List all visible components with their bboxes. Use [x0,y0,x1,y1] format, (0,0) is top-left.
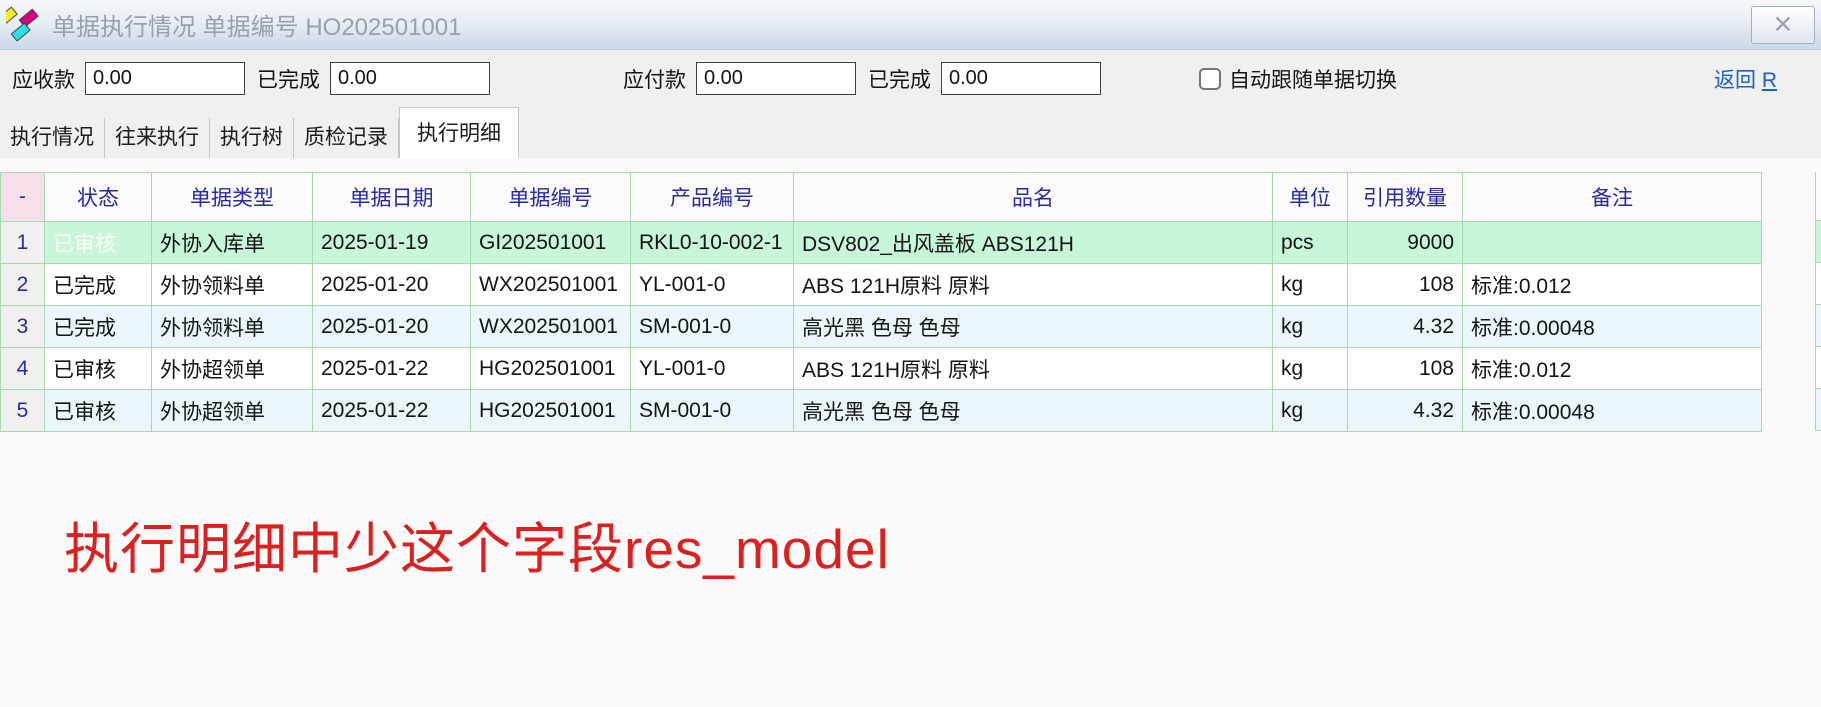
cell-product-no[interactable]: YL-001-0 [631,264,794,306]
cell-product-no[interactable]: RKL0-10-002-1 [631,222,794,264]
cell-product-name[interactable]: DSV802_出风盖板 ABS121H [794,222,1273,264]
cell-doc-date[interactable]: 2025-01-22 [313,390,471,432]
col-header-doc-no[interactable]: 单据编号 [471,173,631,222]
cell-doc-type[interactable]: 外协超领单 [152,390,313,432]
row-number[interactable]: 2 [1,264,45,306]
missing-field-annotation: 执行明细中少这个字段res_model [64,504,890,584]
cell-unit[interactable]: kg [1273,390,1348,432]
summary-toolbar: 应收款 已完成 应付款 已完成 自动跟随单据切换 返回 R [0,51,1821,106]
tab-execution-status[interactable]: 执行情况 [0,118,105,158]
cell-remark[interactable]: 标准:0.012 [1463,264,1762,306]
table-overflow-column [1815,172,1821,431]
window-title: 单据执行情况 单据编号 HO202501001 [52,7,461,42]
cell-doc-type[interactable]: 外协入库单 [152,222,313,264]
table-row: 5 已审核 外协超领单 2025-01-22 HG202501001 SM-00… [1,390,1762,432]
table-header-row: - 状态 单据类型 单据日期 单据编号 产品编号 品名 单位 引用数量 备注 [1,173,1762,222]
cell-unit[interactable]: kg [1273,348,1348,390]
col-header-product-name[interactable]: 品名 [794,173,1273,222]
cell-remark[interactable]: 标准:0.00048 [1463,306,1762,348]
col-header-unit[interactable]: 单位 [1273,173,1348,222]
cell-product-name[interactable]: 高光黑 色母 色母 [794,390,1273,432]
col-header-doc-type[interactable]: 单据类型 [152,173,313,222]
app-icon [6,4,42,47]
cell-product-no[interactable]: SM-001-0 [631,390,794,432]
tab-execution-details[interactable]: 执行明细 [399,107,519,158]
cell-unit[interactable]: kg [1273,264,1348,306]
cell-qty[interactable]: 108 [1348,348,1463,390]
return-link[interactable]: 返回 R [1714,64,1777,94]
cell-status[interactable]: 已完成 [45,306,152,348]
close-button[interactable]: ✕ [1751,6,1815,44]
cell-product-no[interactable]: SM-001-0 [631,306,794,348]
cell-qty[interactable]: 9000 [1348,222,1463,264]
cell-status[interactable]: 已完成 [45,264,152,306]
cell-unit[interactable]: pcs [1273,222,1348,264]
cell-product-name[interactable]: ABS 121H原料 原料 [794,348,1273,390]
cell-status[interactable]: 已审核 [45,222,152,264]
cell-doc-no[interactable]: WX202501001 [471,264,631,306]
tabstrip: 执行情况 往来执行 执行树 质检记录 执行明细 [0,106,1821,158]
cell-doc-date[interactable]: 2025-01-20 [313,306,471,348]
cell-doc-date[interactable]: 2025-01-20 [313,264,471,306]
row-number[interactable]: 4 [1,348,45,390]
cell-status[interactable]: 已审核 [45,390,152,432]
table-row: 2 已完成 外协领料单 2025-01-20 WX202501001 YL-00… [1,264,1762,306]
cell-product-name[interactable]: ABS 121H原料 原料 [794,264,1273,306]
execution-details-table: - 状态 单据类型 单据日期 单据编号 产品编号 品名 单位 引用数量 备注 1… [0,172,1762,432]
window-titlebar: 单据执行情况 单据编号 HO202501001 ✕ [0,0,1821,50]
payable-done-input[interactable] [941,62,1101,95]
cell-doc-type[interactable]: 外协超领单 [152,348,313,390]
row-number[interactable]: 3 [1,306,45,348]
cell-remark[interactable]: 标准:0.012 [1463,348,1762,390]
cell-doc-type[interactable]: 外协领料单 [152,264,313,306]
cell-doc-no[interactable]: GI202501001 [471,222,631,264]
cell-doc-type[interactable]: 外协领料单 [152,306,313,348]
cell-product-name[interactable]: 高光黑 色母 色母 [794,306,1273,348]
return-hotkey: R [1762,69,1777,92]
row-number[interactable]: 1 [1,222,45,264]
tab-execution-tree[interactable]: 执行树 [210,118,294,158]
col-header-status[interactable]: 状态 [45,173,152,222]
cell-remark[interactable]: 标准:0.00048 [1463,390,1762,432]
payable-done-label: 已完成 [868,64,931,94]
receivable-done-input[interactable] [330,62,490,95]
cell-qty[interactable]: 4.32 [1348,306,1463,348]
close-icon: ✕ [1773,10,1794,40]
execution-details-panel: - 状态 单据类型 单据日期 单据编号 产品编号 品名 单位 引用数量 备注 1… [0,158,1821,707]
cell-qty[interactable]: 4.32 [1348,390,1463,432]
table-row: 3 已完成 外协领料单 2025-01-20 WX202501001 SM-00… [1,306,1762,348]
col-header-qty[interactable]: 引用数量 [1348,173,1463,222]
cell-remark[interactable] [1463,222,1762,264]
cell-doc-date[interactable]: 2025-01-22 [313,348,471,390]
cell-doc-no[interactable]: HG202501001 [471,348,631,390]
table-row: 1 已审核 外协入库单 2025-01-19 GI202501001 RKL0-… [1,222,1762,264]
cell-product-no[interactable]: YL-001-0 [631,348,794,390]
col-header-doc-date[interactable]: 单据日期 [313,173,471,222]
tab-transactions[interactable]: 往来执行 [105,118,210,158]
cell-unit[interactable]: kg [1273,306,1348,348]
cell-status[interactable]: 已审核 [45,348,152,390]
row-number[interactable]: 5 [1,390,45,432]
cell-doc-no[interactable]: WX202501001 [471,306,631,348]
receivable-label: 应收款 [12,64,75,94]
cell-doc-no[interactable]: HG202501001 [471,390,631,432]
auto-follow-checkbox[interactable] [1199,68,1221,90]
col-header-remark[interactable]: 备注 [1463,173,1762,222]
cell-doc-date[interactable]: 2025-01-19 [313,222,471,264]
auto-follow-label: 自动跟随单据切换 [1229,64,1397,94]
receivable-input[interactable] [85,62,245,95]
table-row: 4 已审核 外协超领单 2025-01-22 HG202501001 YL-00… [1,348,1762,390]
payable-label: 应付款 [623,64,686,94]
col-header-product-no[interactable]: 产品编号 [631,173,794,222]
receivable-done-label: 已完成 [257,64,320,94]
cell-qty[interactable]: 108 [1348,264,1463,306]
tab-qc-records[interactable]: 质检记录 [294,118,399,158]
col-header-index[interactable]: - [1,173,45,222]
payable-input[interactable] [696,62,856,95]
